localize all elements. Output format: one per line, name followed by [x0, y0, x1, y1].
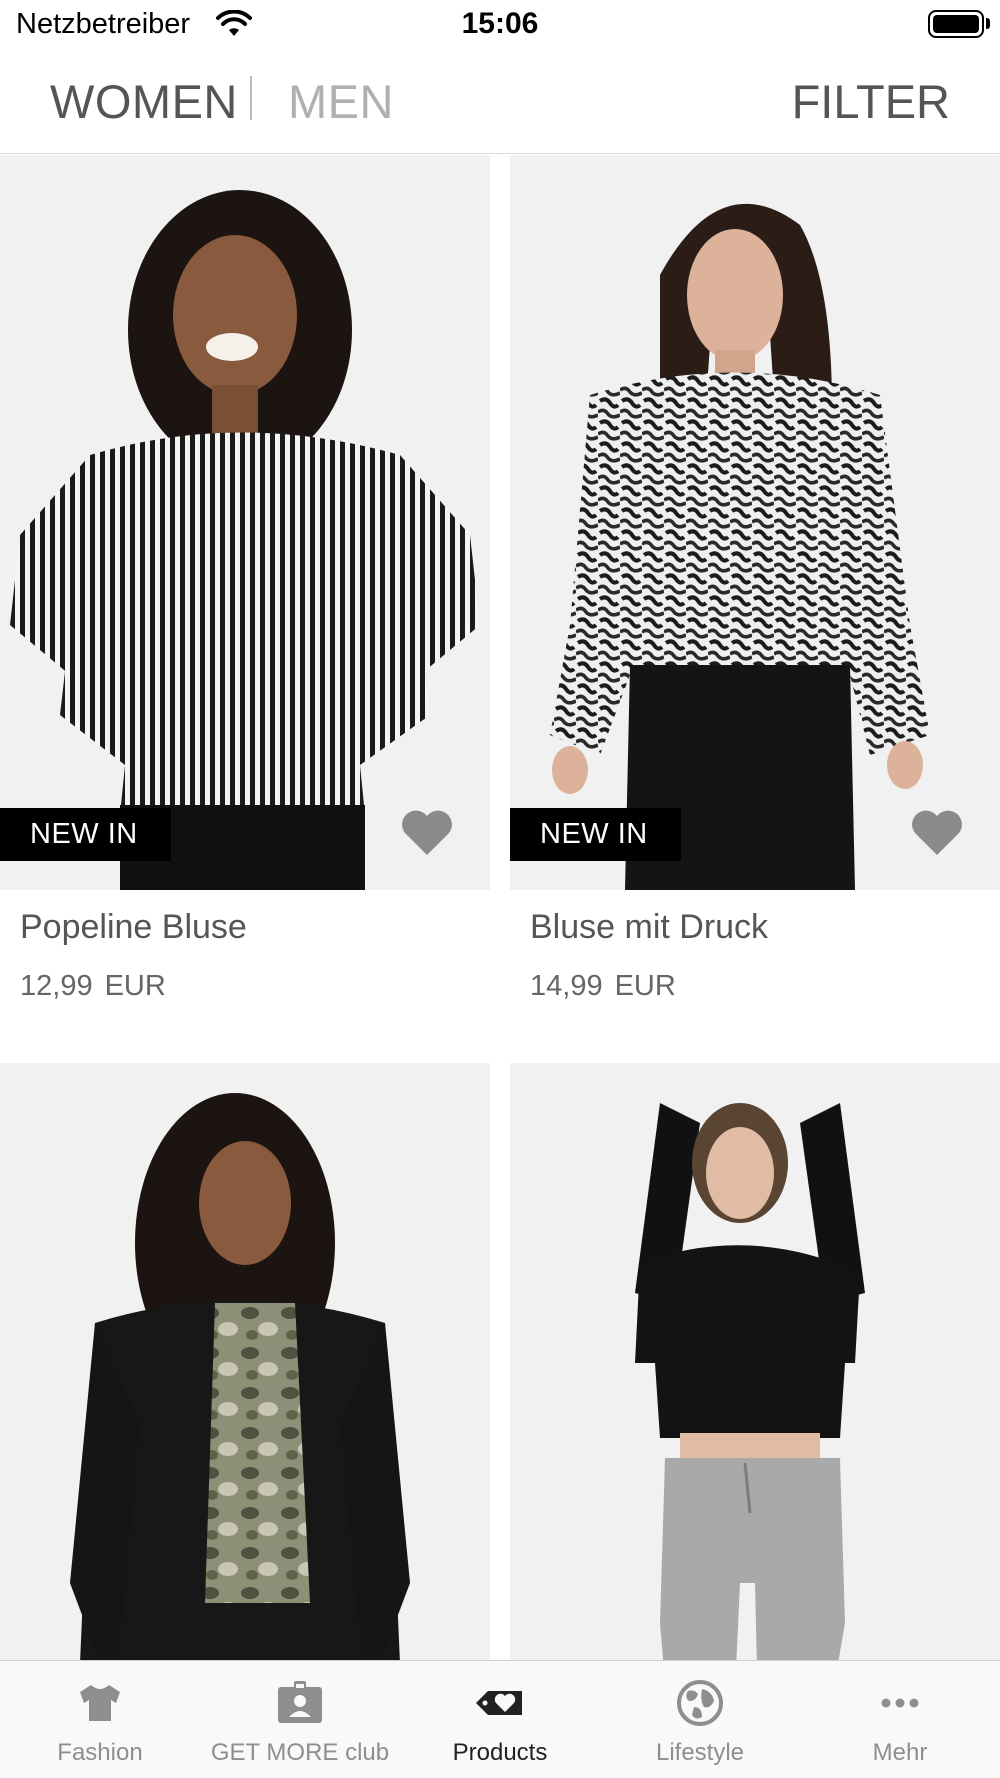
- tab-products[interactable]: Products: [400, 1661, 600, 1778]
- status-time: 15:06: [461, 7, 539, 40]
- tab-fashion[interactable]: Fashion: [0, 1661, 200, 1778]
- tab-divider: [250, 76, 252, 120]
- product-image[interactable]: [510, 155, 1000, 890]
- product-image[interactable]: [510, 1063, 1000, 1660]
- tab-label: Lifestyle: [655, 1739, 745, 1766]
- tab-label: GET MORE club: [210, 1739, 390, 1766]
- price-amount: 12,99: [20, 970, 93, 1002]
- filter-button[interactable]: FILTER: [792, 74, 950, 129]
- new-in-badge: NEW IN: [510, 808, 681, 861]
- product-name[interactable]: Bluse mit Druck: [530, 908, 768, 947]
- heart-icon[interactable]: [400, 809, 454, 857]
- tab-get-more-club[interactable]: GET MORE club: [200, 1661, 400, 1778]
- tab-women[interactable]: WOMEN: [50, 74, 238, 129]
- product-grid: NEW IN Popeline Bluse 12,99 EUR NEW IN B…: [0, 155, 1000, 1660]
- top-navigation: WOMEN MEN FILTER: [0, 52, 1000, 154]
- tab-label: Products: [452, 1739, 548, 1766]
- product-image[interactable]: [0, 1063, 490, 1660]
- tab-label: Mehr: [872, 1739, 928, 1766]
- product-name[interactable]: Popeline Bluse: [20, 908, 247, 947]
- tshirt-icon: [80, 1685, 120, 1721]
- globe-icon: [677, 1680, 723, 1726]
- tab-label: Fashion: [57, 1739, 143, 1766]
- tab-men[interactable]: MEN: [288, 74, 394, 129]
- product-photo-printed-blouse: [510, 155, 1000, 890]
- battery-cap: [986, 18, 990, 29]
- product-price: 14,99 EUR: [530, 970, 676, 1003]
- heart-icon[interactable]: [910, 809, 964, 857]
- product-image[interactable]: [0, 155, 490, 890]
- product-price: 12,99 EUR: [20, 970, 166, 1003]
- price-currency: EUR: [614, 970, 676, 1002]
- member-card-icon: [278, 1681, 322, 1723]
- tab-mehr[interactable]: Mehr: [800, 1661, 1000, 1778]
- tag-heart-icon: [476, 1691, 522, 1715]
- more-icon: [881, 1698, 919, 1708]
- price-amount: 14,99: [530, 970, 603, 1002]
- battery-icon: [928, 10, 984, 38]
- new-in-badge: NEW IN: [0, 808, 171, 861]
- product-photo-black-sweater: [510, 1063, 1000, 1660]
- product-photo-black-jacket: [0, 1063, 490, 1660]
- bottom-tab-bar: Fashion GET MORE club Products Lifestyle: [0, 1660, 1000, 1778]
- status-bar: Netzbetreiber 15:06: [0, 0, 1000, 50]
- tab-lifestyle[interactable]: Lifestyle: [600, 1661, 800, 1778]
- price-currency: EUR: [104, 970, 166, 1002]
- product-photo-striped-blouse: [0, 155, 490, 890]
